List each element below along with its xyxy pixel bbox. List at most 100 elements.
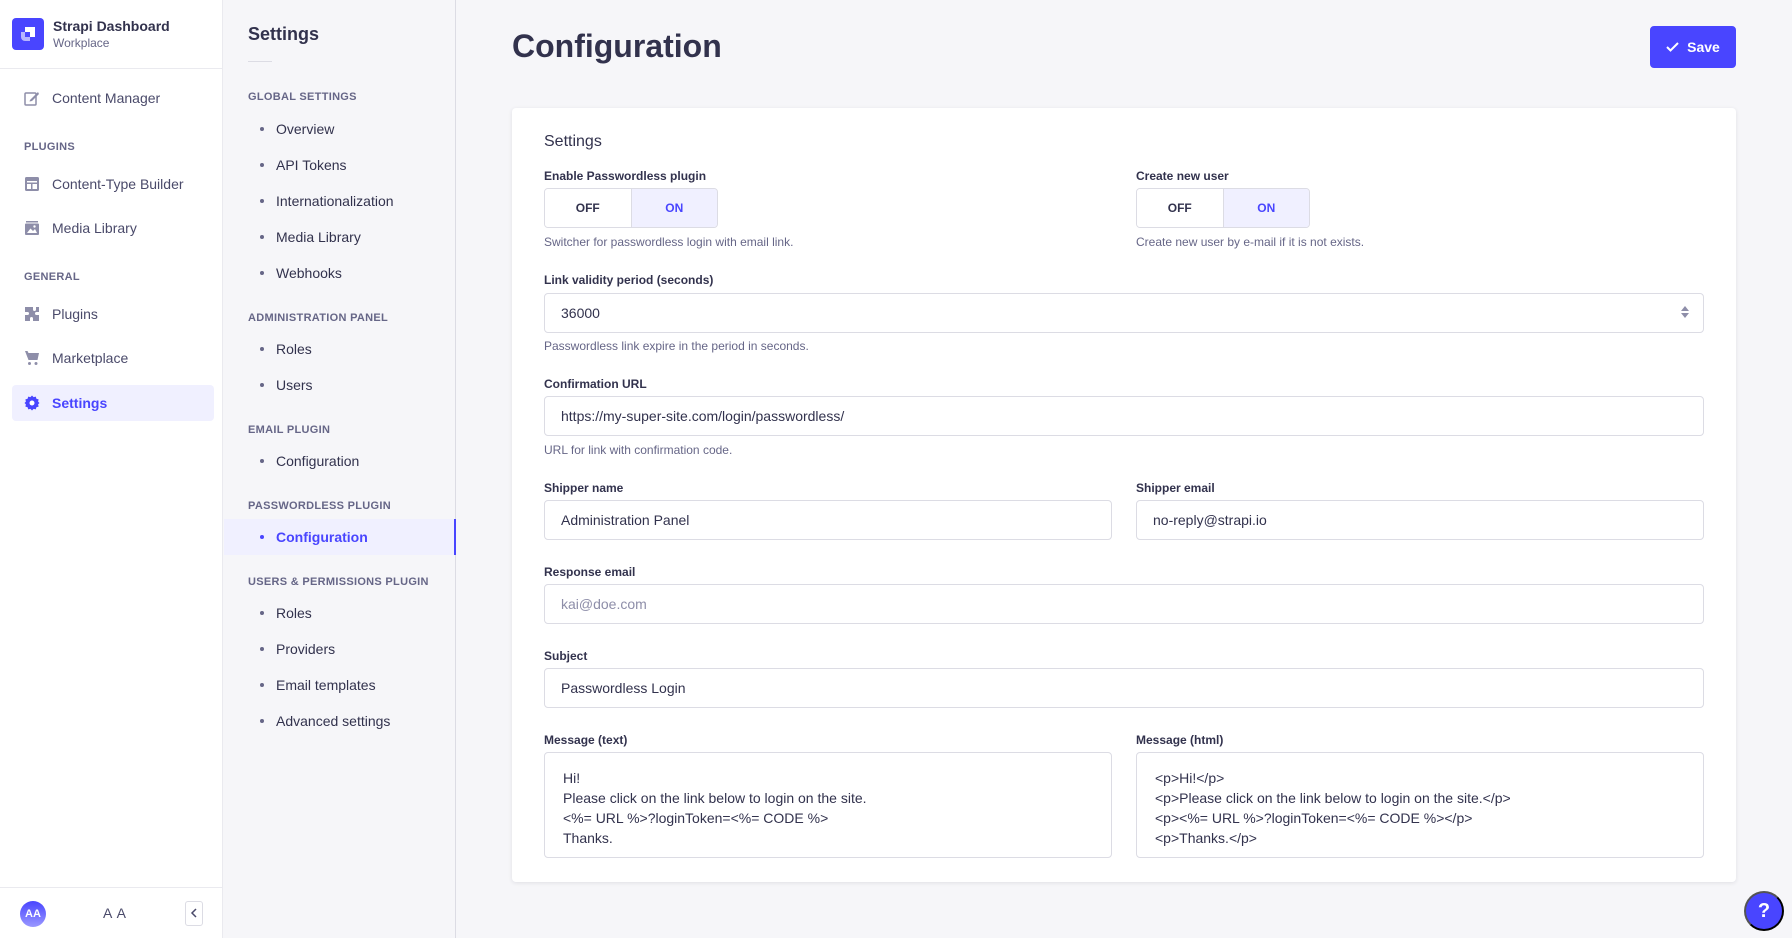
subnav-item-label: Roles: [276, 605, 312, 621]
subject-value: Passwordless Login: [561, 680, 686, 696]
confirmation-url-value: https://my-super-site.com/login/password…: [561, 408, 845, 424]
subnav-item-label: Providers: [276, 641, 336, 657]
subnav-item-overview[interactable]: Overview: [224, 111, 455, 147]
subnav-item-providers[interactable]: Providers: [224, 631, 455, 667]
subnav-item-label: API Tokens: [276, 157, 347, 173]
nav-item-label: Settings: [52, 395, 108, 411]
nav-item-label: Plugins: [52, 306, 98, 322]
subnav-item-roles[interactable]: Roles: [224, 331, 455, 367]
shipper-name-input[interactable]: Administration Panel: [544, 500, 1112, 540]
create-user-label: Create new user: [1136, 169, 1229, 183]
page-title: Configuration: [512, 28, 722, 64]
confirmation-url-input[interactable]: https://my-super-site.com/login/password…: [544, 396, 1704, 436]
chevron-left-icon: [190, 907, 198, 921]
enable-plugin-toggle: OFF ON: [544, 188, 718, 228]
subnav-item-users[interactable]: Users: [224, 367, 455, 403]
brand-title: Strapi Dashboard: [53, 17, 170, 34]
help-button[interactable]: ?: [1744, 891, 1784, 931]
bullet-icon: [260, 235, 264, 239]
avatar[interactable]: AA: [20, 901, 46, 927]
user-initials[interactable]: A A: [103, 905, 127, 921]
link-validity-hint: Passwordless link expire in the period i…: [544, 339, 809, 353]
confirmation-url-hint: URL for link with confirmation code.: [544, 443, 733, 457]
bullet-icon: [260, 611, 264, 615]
enable-plugin-off-option[interactable]: OFF: [545, 189, 631, 227]
subnav-item-label: Roles: [276, 341, 312, 357]
message-html-textarea[interactable]: <p>Hi!</p> <p>Please click on the link b…: [1136, 752, 1704, 858]
confirmation-url-label: Confirmation URL: [544, 377, 647, 391]
message-text-line: Hi!: [563, 770, 581, 786]
nav-item-settings[interactable]: Settings: [12, 385, 214, 421]
subnav-item-label: Overview: [276, 121, 335, 137]
save-button-label: Save: [1687, 39, 1720, 55]
nav-item-content-type-builder[interactable]: Content-Type Builder: [12, 166, 214, 202]
link-validity-input[interactable]: 36000: [544, 293, 1704, 333]
subject-label: Subject: [544, 649, 588, 663]
nav-item-content-manager[interactable]: Content Manager: [12, 80, 214, 116]
subnav-item-label: Email templates: [276, 677, 376, 693]
subnav-item-passwordless-configuration[interactable]: Configuration: [224, 519, 456, 555]
collapse-nav-button[interactable]: [185, 901, 203, 926]
subnav-section-global-settings: GLOBAL SETTINGS: [248, 91, 357, 103]
subnav-item-api-tokens[interactable]: API Tokens: [224, 147, 455, 183]
gear-icon: [24, 395, 40, 411]
message-html-line: <p>Hi!</p>: [1155, 770, 1225, 786]
puzzle-icon: [24, 306, 40, 322]
subnav-section-passwordless-plugin: PASSWORDLESS PLUGIN: [248, 500, 392, 512]
nav-item-media-library[interactable]: Media Library: [12, 210, 214, 246]
subnav-item-label: Media Library: [276, 229, 361, 245]
message-text-line: Please click on the link below to login …: [563, 790, 867, 806]
bullet-icon: [260, 459, 264, 463]
subnav-item-email-templates[interactable]: Email templates: [224, 667, 455, 703]
subnav-item-up-roles[interactable]: Roles: [224, 595, 455, 631]
create-user-on-option[interactable]: ON: [1222, 189, 1309, 227]
bullet-icon: [260, 127, 264, 131]
bullet-icon: [260, 647, 264, 651]
create-user-toggle: OFF ON: [1136, 188, 1310, 228]
image-icon: [24, 220, 40, 236]
check-icon: [1666, 39, 1679, 55]
subnav-item-label: Configuration: [276, 529, 368, 545]
cart-icon: [24, 350, 40, 366]
card-title: Settings: [544, 133, 602, 150]
nav-section-plugins: PLUGINS: [24, 141, 75, 153]
message-html-line: <p><%= URL %>?loginToken=<%= CODE %></p>: [1155, 810, 1473, 826]
subject-input[interactable]: Passwordless Login: [544, 668, 1704, 708]
nav-item-label: Content Manager: [52, 90, 161, 106]
subnav-item-internationalization[interactable]: Internationalization: [224, 183, 455, 219]
bullet-icon: [260, 383, 264, 387]
brand-subtitle: Workplace: [53, 35, 110, 50]
response-email-input[interactable]: kai@doe.com: [544, 584, 1704, 624]
nav-section-general: GENERAL: [24, 271, 80, 283]
subnav-divider: [248, 61, 272, 62]
number-stepper-icon[interactable]: [1681, 306, 1689, 318]
bullet-icon: [260, 347, 264, 351]
strapi-logo-icon: [12, 18, 44, 50]
shipper-name-value: Administration Panel: [561, 512, 690, 528]
subnav-item-advanced-settings[interactable]: Advanced settings: [224, 703, 455, 739]
create-user-off-option[interactable]: OFF: [1137, 189, 1223, 227]
nav-item-marketplace[interactable]: Marketplace: [12, 340, 214, 376]
nav-item-label: Media Library: [52, 220, 137, 236]
question-mark-icon: ?: [1757, 899, 1771, 922]
save-button[interactable]: Save: [1650, 26, 1736, 68]
bullet-icon: [260, 535, 264, 539]
message-text-label: Message (text): [544, 733, 628, 747]
subnav-item-media-library[interactable]: Media Library: [224, 219, 455, 255]
link-validity-label: Link validity period (seconds): [544, 273, 714, 287]
shipper-email-input[interactable]: no-reply@strapi.io: [1136, 500, 1704, 540]
shipper-email-value: no-reply@strapi.io: [1153, 512, 1267, 528]
subnav-item-label: Internationalization: [276, 193, 394, 209]
message-html-label: Message (html): [1136, 733, 1224, 747]
bullet-icon: [260, 719, 264, 723]
message-html-line: <p>Please click on the link below to log…: [1155, 790, 1511, 806]
nav-item-plugins[interactable]: Plugins: [12, 296, 214, 332]
enable-plugin-on-option[interactable]: ON: [630, 189, 717, 227]
subnav-item-label: Configuration: [276, 453, 360, 469]
create-user-hint: Create new user by e-mail if it is not e…: [1136, 235, 1365, 249]
subnav-section-users-permissions-plugin: USERS & PERMISSIONS PLUGIN: [248, 576, 429, 588]
subnav-item-email-configuration[interactable]: Configuration: [224, 443, 455, 479]
nav-item-label: Content-Type Builder: [52, 176, 184, 192]
message-text-textarea[interactable]: Hi! Please click on the link below to lo…: [544, 752, 1112, 858]
subnav-item-webhooks[interactable]: Webhooks: [224, 255, 455, 291]
